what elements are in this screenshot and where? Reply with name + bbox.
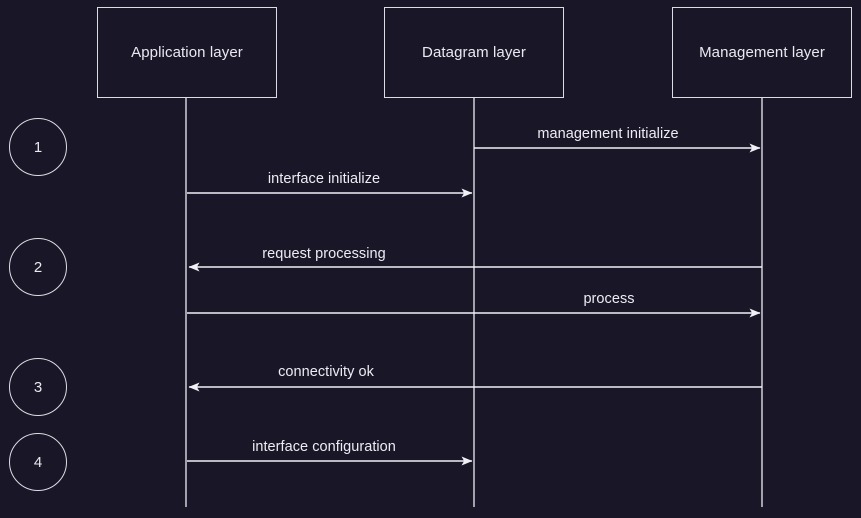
sequence-diagram: Application layer Datagram layer Managem… xyxy=(0,0,861,518)
step-number-2: 2 xyxy=(33,258,43,276)
lifeline-label-management: Management layer xyxy=(699,44,825,61)
step-marker-3[interactable]: 3 xyxy=(9,358,67,416)
step-marker-2[interactable]: 2 xyxy=(9,238,67,296)
message-label-management-initialize: management initialize xyxy=(537,126,679,142)
step-marker-1[interactable]: 1 xyxy=(9,118,67,176)
lifeline-box-management[interactable]: Management layer xyxy=(672,7,852,98)
message-label-process: process xyxy=(583,291,635,307)
lifeline-box-application[interactable]: Application layer xyxy=(97,7,277,98)
message-label-interface-initialize: interface initialize xyxy=(267,171,381,187)
step-number-1: 1 xyxy=(33,138,43,156)
message-label-request-processing: request processing xyxy=(262,246,386,262)
step-number-4: 4 xyxy=(33,453,43,471)
step-number-3: 3 xyxy=(33,378,43,396)
lifeline-label-application: Application layer xyxy=(131,44,243,61)
message-label-interface-configuration: interface configuration xyxy=(252,439,396,455)
lifeline-label-datagram: Datagram layer xyxy=(422,44,526,61)
message-label-connectivity-ok: connectivity ok xyxy=(278,364,374,380)
step-marker-4[interactable]: 4 xyxy=(9,433,67,491)
lifeline-box-datagram[interactable]: Datagram layer xyxy=(384,7,564,98)
